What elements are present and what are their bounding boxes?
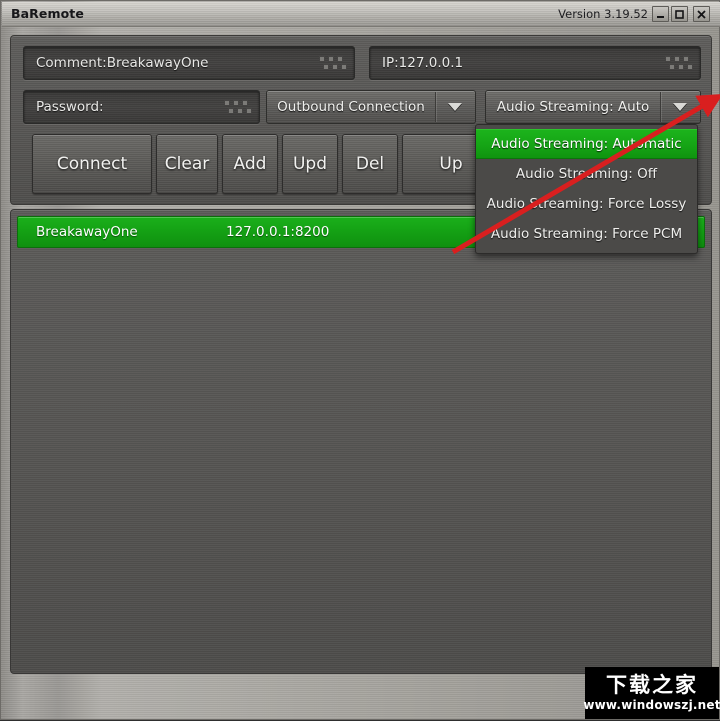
comment-input-value: Comment:BreakawayOne xyxy=(36,55,209,71)
comment-input[interactable]: Comment:BreakawayOne xyxy=(23,46,355,80)
dropdown-item-automatic[interactable]: Audio Streaming: Automatic xyxy=(476,129,697,159)
application-window: BaRemote Version 3.19.52 Comment:Breakaw… xyxy=(0,0,720,720)
close-button[interactable] xyxy=(693,6,710,22)
watermark-url: www.windowszj.net xyxy=(583,697,720,712)
dropdown-item-off[interactable]: Audio Streaming: Off xyxy=(476,159,697,189)
audio-streaming-select[interactable]: Audio Streaming: Auto xyxy=(485,90,701,124)
watermark: 下载之家 www.windowszj.net xyxy=(583,667,720,719)
audio-streaming-dropdown-menu[interactable]: Audio Streaming: Automatic Audio Streami… xyxy=(475,124,698,254)
maximize-button[interactable] xyxy=(671,6,688,22)
clear-button[interactable]: Clear xyxy=(156,134,218,194)
connect-button[interactable]: Connect xyxy=(32,134,152,194)
maximize-icon xyxy=(675,9,684,19)
close-icon xyxy=(697,9,706,19)
list-item-name: BreakawayOne xyxy=(36,224,138,240)
dropdown-item-force-pcm[interactable]: Audio Streaming: Force PCM xyxy=(476,219,697,249)
ip-input-value: IP:127.0.0.1 xyxy=(382,55,464,71)
chevron-down-icon[interactable] xyxy=(435,92,474,122)
delete-button[interactable]: Del xyxy=(342,134,398,194)
chevron-down-icon[interactable] xyxy=(660,92,699,122)
password-input[interactable]: Password: xyxy=(23,90,260,124)
dropdown-item-force-lossy[interactable]: Audio Streaming: Force Lossy xyxy=(476,189,697,219)
minimize-button[interactable] xyxy=(652,6,669,22)
watermark-logo-text: 下载之家 xyxy=(606,673,698,698)
ip-input[interactable]: IP:127.0.0.1 xyxy=(369,46,701,80)
list-item-address: 127.0.0.1:8200 xyxy=(226,224,330,240)
grip-icon xyxy=(224,99,252,115)
grip-icon xyxy=(665,55,693,71)
connection-list[interactable]: BreakawayOne 127.0.0.1:8200 xyxy=(10,209,712,674)
title-bar[interactable]: BaRemote Version 3.19.52 xyxy=(2,2,720,27)
add-button[interactable]: Add xyxy=(222,134,278,194)
version-label: Version 3.19.52 xyxy=(558,7,648,21)
minimize-icon xyxy=(657,15,664,18)
connection-mode-select[interactable]: Outbound Connection xyxy=(266,90,476,124)
grip-icon xyxy=(319,55,347,71)
password-input-value: Password: xyxy=(36,99,104,115)
update-button[interactable]: Upd xyxy=(282,134,338,194)
audio-streaming-value: Audio Streaming: Auto xyxy=(496,99,650,115)
window-title: BaRemote xyxy=(11,6,84,21)
connection-mode-value: Outbound Connection xyxy=(277,99,425,115)
